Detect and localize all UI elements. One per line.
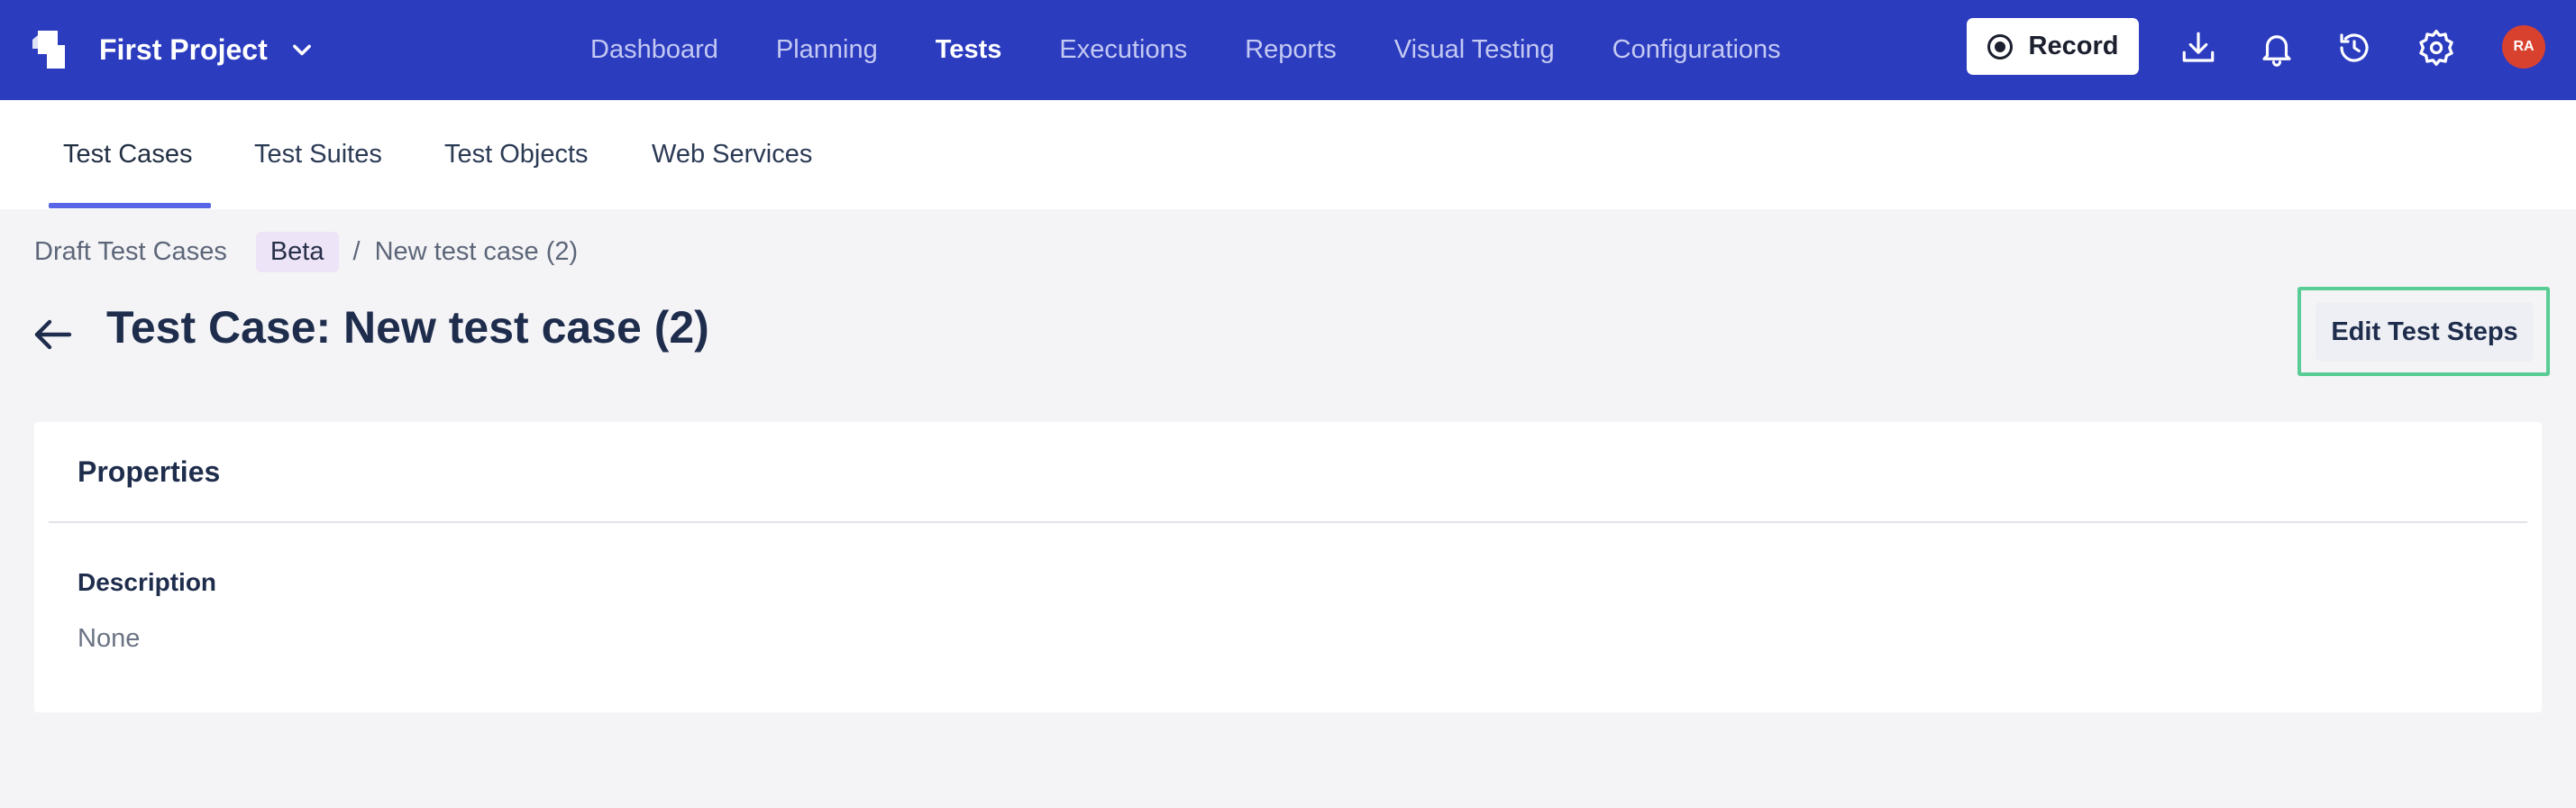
active-tab-indicator [49,203,211,208]
breadcrumb-draft-test-cases[interactable]: Draft Test Cases [34,237,227,267]
avatar[interactable]: RA [2502,25,2545,69]
card-divider [49,521,2527,523]
edit-test-steps-highlight: Edit Test Steps [2297,287,2550,376]
nav-item-reports[interactable]: Reports [1245,35,1337,65]
record-label: Record [2028,32,2119,60]
chevron-down-icon [292,44,311,55]
description-value: None [78,624,141,653]
breadcrumb-current: New test case (2) [374,236,579,266]
tab-test-objects[interactable]: Test Objects [444,100,589,209]
sub-tabs: Test Cases Test Suites Test Objects Web … [0,100,2576,209]
beta-badge: Beta [255,231,339,272]
tab-web-services[interactable]: Web Services [652,100,812,209]
record-icon [1987,33,2013,60]
record-button[interactable]: Record [1967,18,2139,75]
nav-item-configurations[interactable]: Configurations [1612,35,1781,65]
properties-card: Properties Description None [34,422,2542,712]
main-navigation: Dashboard Planning Tests Executions Repo… [590,0,1839,100]
nav-item-visual-testing[interactable]: Visual Testing [1394,35,1555,65]
app-logo-icon[interactable] [31,27,65,72]
project-name: First Project [99,33,268,66]
project-selector[interactable]: First Project [99,0,315,100]
nav-item-dashboard[interactable]: Dashboard [590,35,718,65]
properties-title: Properties [78,455,221,488]
bell-icon[interactable] [2256,27,2297,69]
nav-item-tests[interactable]: Tests [936,35,1002,65]
download-icon[interactable] [2178,27,2219,69]
breadcrumb-separator: / [352,236,361,266]
tab-test-cases[interactable]: Test Cases [63,100,192,209]
back-arrow-icon[interactable] [31,312,76,357]
gear-icon[interactable] [2416,27,2457,69]
description-label: Description [78,568,217,596]
history-icon[interactable] [2334,27,2375,69]
tab-test-suites[interactable]: Test Suites [254,100,382,209]
breadcrumb: Draft Test Cases Beta / New test case (2… [34,231,578,272]
top-navigation-bar: First Project Dashboard Planning Tests E… [0,0,2576,100]
edit-test-steps-button[interactable]: Edit Test Steps [2316,302,2534,362]
page-title: Test Case: New test case (2) [106,302,709,353]
nav-item-executions[interactable]: Executions [1059,35,1187,65]
nav-item-planning[interactable]: Planning [776,35,878,65]
